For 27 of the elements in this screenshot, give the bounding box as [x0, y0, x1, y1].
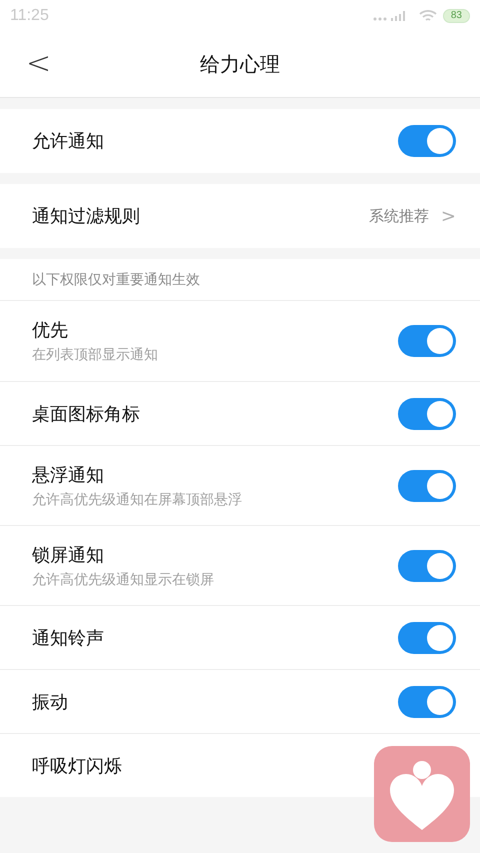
toggle-switch[interactable] — [398, 622, 456, 654]
setting-label: 悬浮通知 — [32, 464, 105, 486]
setting-description: 允许高优先级通知显示在锁屏 — [32, 570, 214, 588]
setting-label: 优先 — [32, 319, 69, 342]
toggle-switch[interactable] — [398, 325, 456, 357]
toggle-switch[interactable] — [398, 550, 456, 582]
page-title: 给力心理 — [200, 51, 280, 78]
chevron-icon: > — [440, 206, 456, 226]
toggle-switch[interactable] — [398, 398, 456, 430]
toggle-switch[interactable] — [398, 125, 456, 157]
setting-description: 允许高优先级通知在屏幕顶部悬浮 — [32, 490, 242, 508]
setting-description: 在列表顶部显示通知 — [32, 346, 158, 364]
setting-label: 锁屏通知 — [32, 544, 105, 566]
heart-app-icon[interactable] — [374, 746, 470, 842]
rule-value: 系统推荐 — [368, 206, 429, 226]
section-caption: 以下权限仅对重要通知生效 — [0, 259, 480, 301]
battery-level: 83 — [442, 9, 470, 23]
wifi-icon — [418, 9, 437, 23]
setting-label: 桌面图标角标 — [32, 402, 140, 426]
setting-label: 通知过滤规则 — [32, 205, 140, 228]
toggle-switch[interactable] — [398, 470, 456, 502]
toggle-switch[interactable] — [398, 686, 456, 718]
setting-label: 通知铃声 — [32, 626, 104, 650]
setting-label: 呼吸灯闪烁 — [32, 754, 122, 778]
setting-label: 振动 — [32, 690, 68, 714]
back-button[interactable]: < — [26, 46, 52, 82]
setting-label: 允许通知 — [32, 130, 104, 153]
